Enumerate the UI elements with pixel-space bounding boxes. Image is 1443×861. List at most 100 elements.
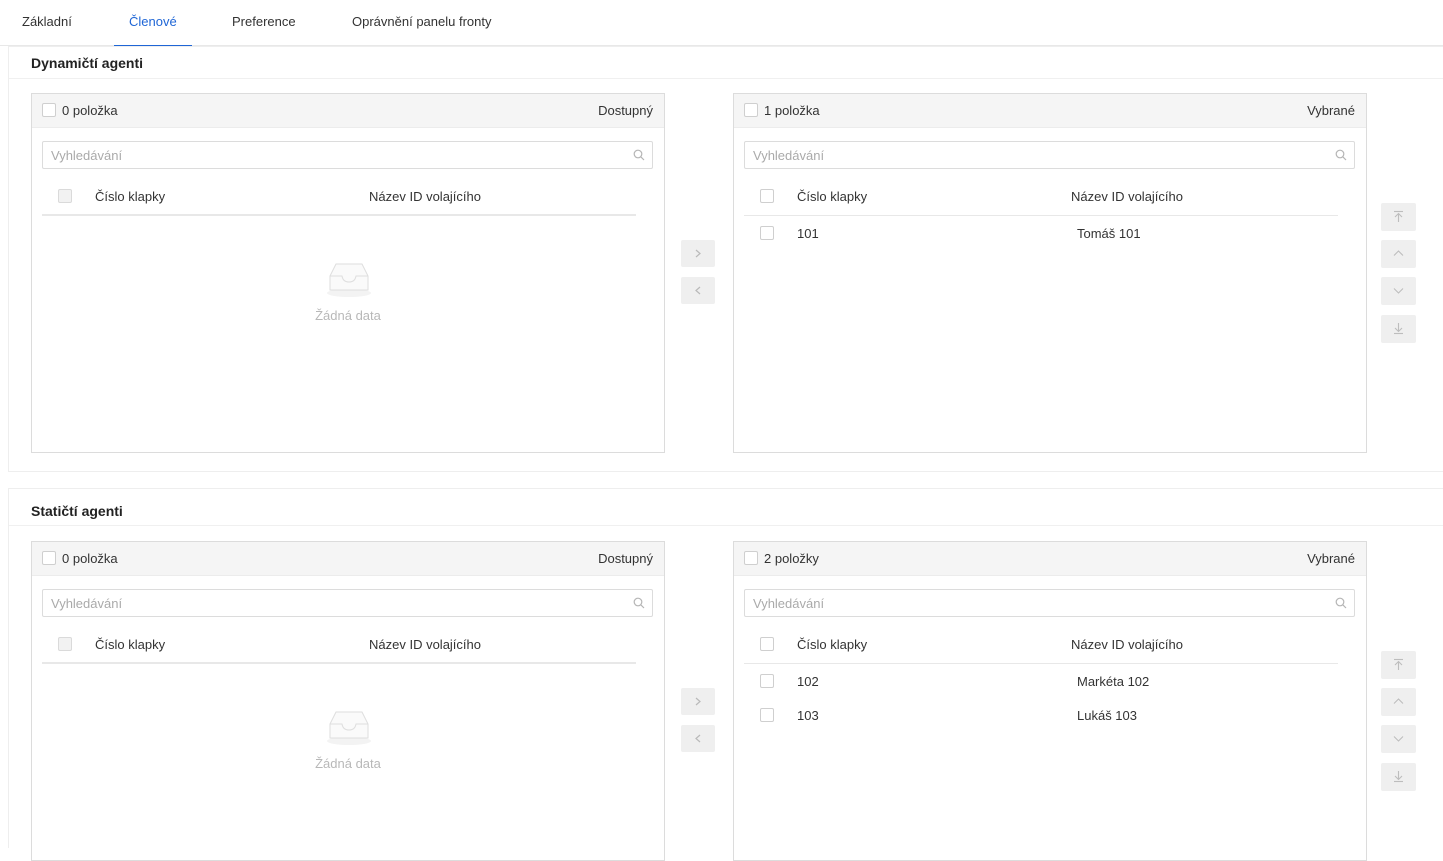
- table-row[interactable]: 101 Tomáš 101: [744, 216, 1338, 250]
- chevron-right-icon: [695, 697, 701, 706]
- dynamic-agents-section: Dynamičtí agenti 0 položka Dostupný Vyhl…: [8, 46, 1443, 472]
- move-down-button[interactable]: [1381, 725, 1416, 753]
- header-checkbox: [58, 189, 72, 203]
- empty-text: Žádná data: [315, 308, 381, 323]
- arrow-to-top-icon: [1394, 210, 1403, 222]
- search-placeholder: Vyhledávání: [51, 596, 123, 611]
- search-icon: [633, 597, 645, 609]
- section-header: Statičtí agenti: [9, 489, 1443, 526]
- chevron-up-icon: [1393, 698, 1404, 704]
- caller-id-name-cell: Markéta 102: [1077, 674, 1150, 689]
- search-placeholder: Vyhledávání: [51, 148, 123, 163]
- search-placeholder: Vyhledávání: [753, 596, 825, 611]
- select-all-checkbox[interactable]: [744, 551, 758, 565]
- column-extension: Číslo klapky: [797, 637, 868, 652]
- select-all-checkbox[interactable]: [42, 551, 56, 565]
- section-header: Dynamičtí agenti: [9, 47, 1443, 79]
- section-title: Dynamičtí agenti: [31, 55, 144, 71]
- search-input[interactable]: Vyhledávání: [744, 589, 1355, 617]
- tab-queue-panel-permissions[interactable]: Oprávnění panelu fronty: [352, 0, 491, 46]
- table-header: Číslo klapky Název ID volajícího: [744, 628, 1338, 664]
- search-icon: [1335, 597, 1347, 609]
- header-checkbox: [58, 637, 72, 651]
- column-extension: Číslo klapky: [797, 189, 868, 204]
- tab-bar: Základní Členové Preference Oprávnění pa…: [0, 0, 1443, 47]
- column-caller-id-name: Název ID volajícího: [1071, 189, 1183, 204]
- move-to-selected-button[interactable]: [681, 688, 715, 715]
- list-header: 0 položka Dostupný: [32, 542, 664, 576]
- chevron-right-icon: [695, 249, 701, 258]
- available-list: 0 položka Dostupný Vyhledávání Číslo kla…: [31, 541, 665, 861]
- section-title: Statičtí agenti: [31, 503, 123, 519]
- move-up-button[interactable]: [1381, 240, 1416, 268]
- chevron-down-icon: [1393, 288, 1404, 294]
- list-header: 1 položka Vybrané: [734, 94, 1366, 128]
- move-bottom-button[interactable]: [1381, 315, 1416, 343]
- empty-text: Žádná data: [315, 756, 381, 771]
- list-type-label: Vybrané: [1307, 551, 1355, 566]
- list-type-label: Dostupný: [598, 551, 653, 566]
- static-agents-section: Statičtí agenti 0 položka Dostupný Vyhle…: [8, 488, 1443, 861]
- inbox-icon: [327, 711, 371, 745]
- select-all-checkbox[interactable]: [744, 103, 758, 117]
- column-caller-id-name: Název ID volajícího: [1071, 637, 1183, 652]
- search-input[interactable]: Vyhledávání: [42, 589, 653, 617]
- arrow-to-bottom-icon: [1394, 323, 1403, 335]
- table-header: Číslo klapky Název ID volajícího: [42, 628, 636, 664]
- move-top-button[interactable]: [1381, 651, 1416, 679]
- move-bottom-button[interactable]: [1381, 763, 1416, 791]
- tab-basic[interactable]: Základní: [22, 0, 72, 46]
- list-type-label: Vybrané: [1307, 103, 1355, 118]
- row-checkbox[interactable]: [760, 226, 774, 240]
- arrow-to-top-icon: [1394, 658, 1403, 670]
- extension-cell: 102: [797, 674, 819, 689]
- list-header: 0 položka Dostupný: [32, 94, 664, 128]
- search-placeholder: Vyhledávání: [753, 148, 825, 163]
- move-to-available-button[interactable]: [681, 277, 715, 304]
- available-list: 0 položka Dostupný Vyhledávání Číslo kla…: [31, 93, 665, 453]
- caller-id-name-cell: Lukáš 103: [1077, 708, 1137, 723]
- tab-preferences[interactable]: Preference: [232, 0, 296, 46]
- chevron-left-icon: [695, 286, 701, 295]
- extension-cell: 101: [797, 226, 819, 241]
- caller-id-name-cell: Tomáš 101: [1077, 226, 1141, 241]
- inbox-icon: [327, 263, 371, 297]
- item-count: 0 položka: [62, 551, 118, 566]
- header-checkbox[interactable]: [760, 189, 774, 203]
- column-extension: Číslo klapky: [95, 189, 166, 204]
- item-count: 2 položky: [764, 551, 819, 566]
- search-input[interactable]: Vyhledávání: [744, 141, 1355, 169]
- row-checkbox[interactable]: [760, 708, 774, 722]
- row-checkbox[interactable]: [760, 674, 774, 688]
- item-count: 0 položka: [62, 103, 118, 118]
- chevron-up-icon: [1393, 250, 1404, 256]
- table-header: Číslo klapky Název ID volajícího: [744, 180, 1338, 216]
- empty-state: Žádná data: [32, 260, 664, 330]
- selected-list: 2 položky Vybrané Vyhledávání Číslo klap…: [733, 541, 1367, 861]
- selected-list: 1 položka Vybrané Vyhledávání Číslo klap…: [733, 93, 1367, 453]
- move-up-button[interactable]: [1381, 688, 1416, 716]
- move-down-button[interactable]: [1381, 277, 1416, 305]
- column-caller-id-name: Název ID volajícího: [369, 189, 481, 204]
- search-icon: [1335, 149, 1347, 161]
- search-input[interactable]: Vyhledávání: [42, 141, 653, 169]
- table-row[interactable]: 102 Markéta 102: [744, 664, 1338, 698]
- select-all-checkbox[interactable]: [42, 103, 56, 117]
- empty-state: Žádná data: [32, 708, 664, 778]
- item-count: 1 položka: [764, 103, 820, 118]
- move-top-button[interactable]: [1381, 203, 1416, 231]
- column-extension: Číslo klapky: [95, 637, 166, 652]
- move-to-available-button[interactable]: [681, 725, 715, 752]
- tab-members[interactable]: Členové: [114, 0, 192, 47]
- list-type-label: Dostupný: [598, 103, 653, 118]
- move-to-selected-button[interactable]: [681, 240, 715, 267]
- extension-cell: 103: [797, 708, 819, 723]
- column-caller-id-name: Název ID volajícího: [369, 637, 481, 652]
- list-header: 2 položky Vybrané: [734, 542, 1366, 576]
- header-checkbox[interactable]: [760, 637, 774, 651]
- search-icon: [633, 149, 645, 161]
- table-row[interactable]: 103 Lukáš 103: [744, 698, 1338, 732]
- chevron-left-icon: [695, 734, 701, 743]
- chevron-down-icon: [1393, 736, 1404, 742]
- arrow-to-bottom-icon: [1394, 771, 1403, 783]
